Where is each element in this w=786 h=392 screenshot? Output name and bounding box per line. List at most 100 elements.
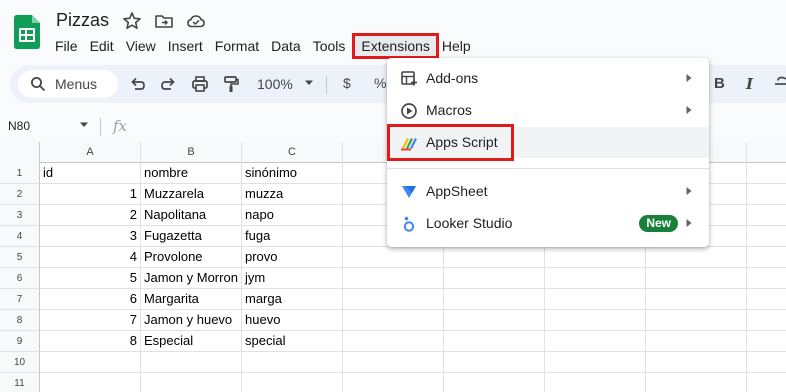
cell[interactable]	[141, 352, 242, 373]
cell[interactable]: Napolitana	[141, 205, 242, 226]
row-header[interactable]: 10	[0, 352, 40, 373]
cell[interactable]	[646, 247, 747, 268]
menu-extensions[interactable]: Extensions	[352, 33, 439, 59]
name-box[interactable]: N80	[8, 119, 30, 133]
cell[interactable]: Jamon y Morron	[141, 268, 242, 289]
cell[interactable]	[242, 352, 343, 373]
cell[interactable]	[343, 352, 444, 373]
cell[interactable]	[343, 247, 444, 268]
cell[interactable]	[444, 352, 545, 373]
cell[interactable]	[545, 352, 646, 373]
cell[interactable]	[444, 310, 545, 331]
cell[interactable]: Jamon y huevo	[141, 310, 242, 331]
menu-data[interactable]: Data	[265, 36, 307, 56]
cell[interactable]: huevo	[242, 310, 343, 331]
cell[interactable]: 4	[40, 247, 141, 268]
cell[interactable]	[747, 352, 786, 373]
column-header-h[interactable]	[747, 142, 786, 163]
menu-item-looker-studio[interactable]: Looker Studio New	[387, 208, 709, 239]
cell[interactable]	[444, 247, 545, 268]
cell[interactable]	[343, 289, 444, 310]
cell[interactable]: special	[242, 331, 343, 352]
menu-edit[interactable]: Edit	[84, 36, 120, 56]
cell[interactable]	[545, 373, 646, 392]
cell[interactable]	[444, 268, 545, 289]
row-header[interactable]: 11	[0, 373, 40, 392]
menu-item-apps-script[interactable]: Apps Script	[387, 124, 709, 161]
cell[interactable]: fuga	[242, 226, 343, 247]
column-header-c[interactable]: C	[242, 142, 343, 163]
cell[interactable]	[444, 373, 545, 392]
cell[interactable]	[747, 310, 786, 331]
row-header[interactable]: 6	[0, 268, 40, 289]
row-header[interactable]: 9	[0, 331, 40, 352]
cell[interactable]: id	[40, 163, 141, 184]
cell[interactable]	[747, 184, 786, 205]
menu-format[interactable]: Format	[209, 36, 265, 56]
cell[interactable]	[40, 352, 141, 373]
column-header-a[interactable]: A	[40, 142, 141, 163]
search-menus[interactable]: Menus	[18, 70, 118, 98]
cell[interactable]: sinónimo	[242, 163, 343, 184]
cell[interactable]	[141, 373, 242, 392]
row-header[interactable]: 4	[0, 226, 40, 247]
currency-format-button[interactable]: $	[343, 75, 351, 91]
cell[interactable]: Fugazetta	[141, 226, 242, 247]
row-header[interactable]: 2	[0, 184, 40, 205]
cell[interactable]	[545, 331, 646, 352]
cell[interactable]	[545, 268, 646, 289]
percent-format-button[interactable]: %	[374, 75, 386, 91]
row-header[interactable]: 8	[0, 310, 40, 331]
cell[interactable]: 7	[40, 310, 141, 331]
cell[interactable]	[747, 268, 786, 289]
cell[interactable]: Provolone	[141, 247, 242, 268]
cell[interactable]: marga	[242, 289, 343, 310]
menu-view[interactable]: View	[120, 36, 162, 56]
cell[interactable]: 3	[40, 226, 141, 247]
cell[interactable]	[545, 289, 646, 310]
cell[interactable]: Muzzarela	[141, 184, 242, 205]
cell[interactable]	[343, 331, 444, 352]
menu-tools[interactable]: Tools	[307, 36, 352, 56]
cell[interactable]	[747, 247, 786, 268]
cell[interactable]: 8	[40, 331, 141, 352]
cell[interactable]: muzza	[242, 184, 343, 205]
redo-icon[interactable]	[159, 74, 179, 94]
cell[interactable]: 1	[40, 184, 141, 205]
zoom-select[interactable]: 100%	[257, 76, 293, 92]
bold-button[interactable]: B	[714, 75, 725, 92]
undo-icon[interactable]	[127, 74, 147, 94]
cell[interactable]	[747, 289, 786, 310]
print-icon[interactable]	[190, 74, 210, 94]
name-box-caret-icon[interactable]	[79, 121, 89, 129]
menu-item-appsheet[interactable]: AppSheet	[387, 176, 709, 207]
cell[interactable]	[747, 205, 786, 226]
row-header[interactable]: 3	[0, 205, 40, 226]
zoom-caret-icon[interactable]	[304, 79, 314, 87]
sheets-logo-icon[interactable]	[14, 15, 40, 49]
paint-format-icon[interactable]	[221, 74, 241, 94]
menu-insert[interactable]: Insert	[162, 36, 209, 56]
cell[interactable]	[747, 226, 786, 247]
menu-file[interactable]: File	[49, 36, 84, 56]
cell[interactable]	[343, 373, 444, 392]
cell[interactable]	[646, 373, 747, 392]
menu-help[interactable]: Help	[442, 36, 477, 56]
select-all-corner[interactable]	[0, 142, 40, 163]
row-header[interactable]: 1	[0, 163, 40, 184]
italic-button[interactable]: I	[746, 75, 753, 93]
cell[interactable]	[646, 310, 747, 331]
cell[interactable]: jym	[242, 268, 343, 289]
cell[interactable]: Margarita	[141, 289, 242, 310]
row-header[interactable]: 7	[0, 289, 40, 310]
cell[interactable]	[747, 331, 786, 352]
star-icon[interactable]	[122, 11, 142, 31]
cell[interactable]	[444, 289, 545, 310]
cloud-status-icon[interactable]	[186, 11, 206, 31]
strikethrough-icon[interactable]	[772, 74, 786, 94]
cell[interactable]	[646, 352, 747, 373]
cell[interactable]: 2	[40, 205, 141, 226]
cell[interactable]	[343, 268, 444, 289]
cell[interactable]: napo	[242, 205, 343, 226]
cell[interactable]	[242, 373, 343, 392]
